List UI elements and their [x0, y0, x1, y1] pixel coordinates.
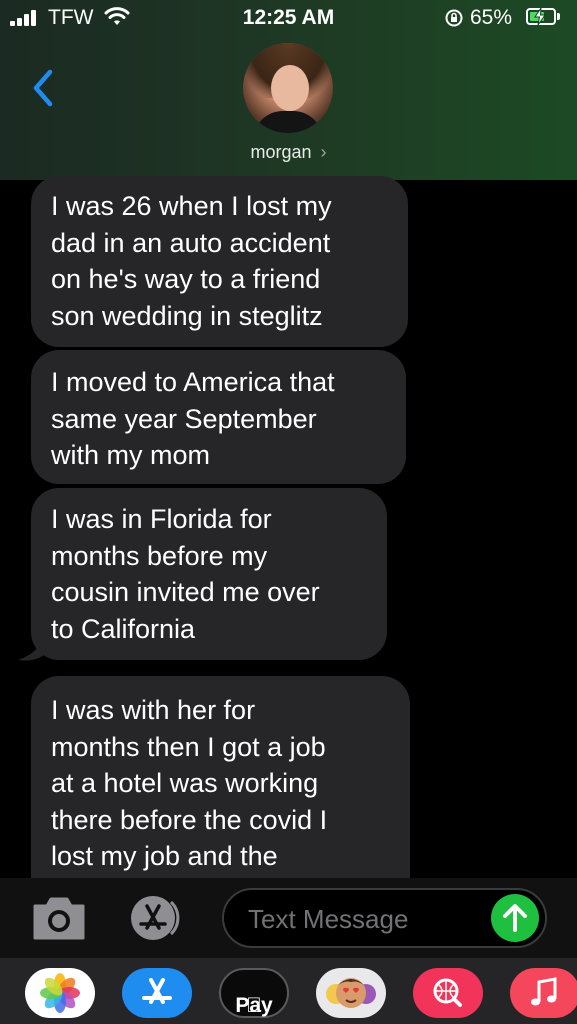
- contact-avatar[interactable]: [243, 43, 333, 133]
- memoji-icon: [326, 978, 376, 1008]
- message-line: I moved to America that: [51, 367, 335, 397]
- music-icon: [531, 977, 557, 1006]
- message-line: at a hotel was working: [51, 768, 319, 798]
- message-line: to California: [51, 613, 196, 644]
- contact-name: morgan: [250, 142, 312, 162]
- charging-bolt-icon: [534, 8, 546, 25]
- apple-pay-app-button[interactable]: Pay: [219, 968, 289, 1018]
- message-line: months before my: [51, 540, 268, 571]
- message-line: dad in an auto accident: [51, 227, 331, 258]
- send-button[interactable]: [491, 894, 539, 942]
- camera-icon[interactable]: [31, 896, 87, 940]
- photos-icon: [40, 973, 80, 1013]
- photos-app-button[interactable]: [25, 968, 95, 1018]
- chevron-left-icon[interactable]: [30, 66, 60, 110]
- message-bubble[interactable]: I was with her for months then I got a j…: [31, 676, 410, 906]
- message-line: on he's way to a friend: [51, 264, 321, 294]
- arrow-up-icon: [503, 904, 527, 932]
- app-store-icon: [142, 978, 172, 1004]
- chevron-right-icon: ›: [320, 142, 327, 162]
- app-store-icon[interactable]: [125, 894, 193, 942]
- music-app-button[interactable]: [510, 968, 577, 1018]
- message-bubble[interactable]: I was 26 when I lost my dad in an auto a…: [31, 176, 408, 347]
- message-bubble[interactable]: I moved to America that same year Septem…: [31, 350, 406, 484]
- message-line: there before the covid I: [51, 804, 328, 835]
- message-line: months then I got a job: [51, 731, 326, 762]
- apple-pay-label: Pay: [235, 994, 273, 1017]
- message-line: same year September: [51, 403, 317, 434]
- search-web-icon: [433, 978, 462, 1007]
- rotation-lock-icon: [445, 9, 463, 27]
- memoji-app-button[interactable]: [316, 968, 386, 1018]
- message-line: with my mom: [51, 440, 211, 470]
- conversation-header: TFW 12:25 AM 65% morgan ›: [0, 0, 577, 180]
- message-input[interactable]: [246, 900, 490, 938]
- battery-nub: [557, 13, 560, 20]
- bubble-tail: [18, 628, 48, 661]
- message-line: cousin invited me over: [51, 577, 320, 607]
- status-bar: TFW 12:25 AM 65%: [0, 0, 577, 36]
- message-line: son wedding in steglitz: [51, 300, 323, 331]
- message-line: I was 26 when I lost my: [51, 191, 332, 221]
- message-line: lost my job and the: [51, 841, 278, 871]
- message-bubble[interactable]: I was in Florida for months before my co…: [31, 488, 387, 660]
- contact-name-button[interactable]: morgan ›: [0, 142, 577, 163]
- battery-percent: 65%: [470, 6, 513, 29]
- app-store-app-button[interactable]: [122, 968, 192, 1018]
- web-search-app-button[interactable]: [413, 968, 483, 1018]
- message-line: I was in Florida for: [51, 504, 272, 534]
- message-line: I was with her for: [51, 695, 256, 725]
